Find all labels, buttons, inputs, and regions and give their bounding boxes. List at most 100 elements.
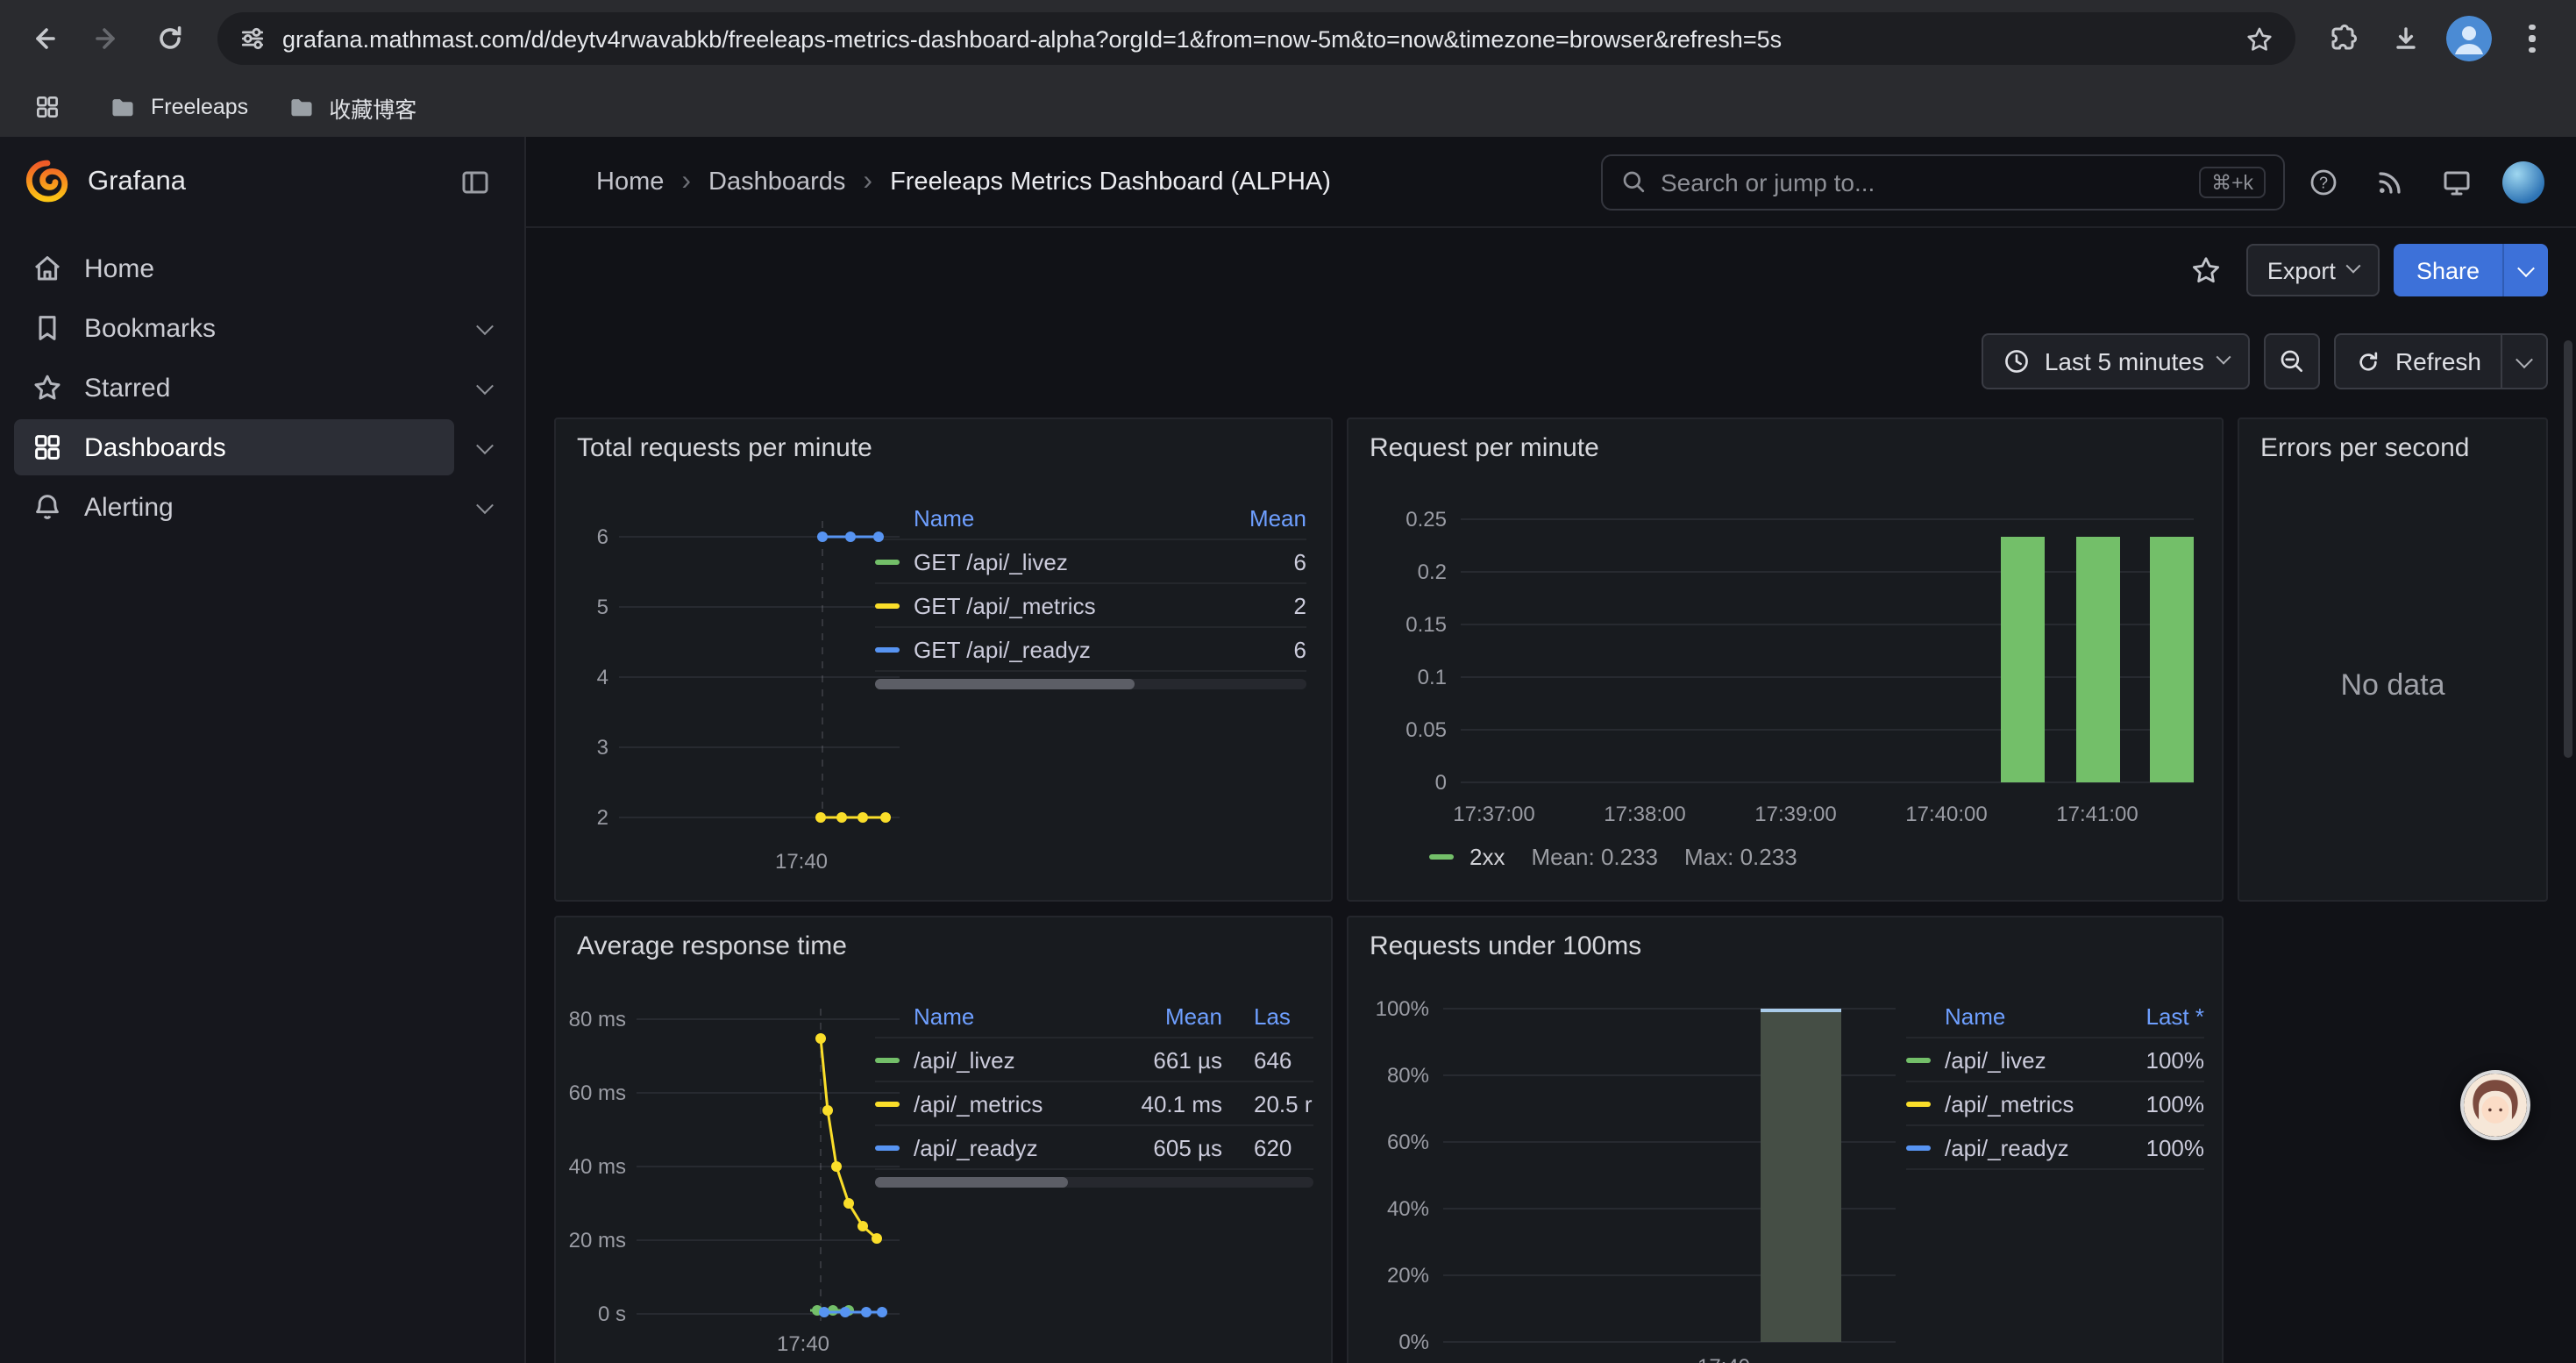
- sidebar-item-dashboards[interactable]: Dashboards: [14, 419, 454, 475]
- back-icon[interactable]: [14, 9, 74, 68]
- series-color-green: [1429, 854, 1454, 860]
- svg-text:0: 0: [1435, 771, 1447, 795]
- share-button[interactable]: Share: [2394, 244, 2502, 296]
- breadcrumb: Home › Dashboards › Freeleaps Metrics Da…: [596, 168, 1590, 196]
- tune-icon[interactable]: [238, 25, 267, 53]
- series-color-yellow: [875, 603, 900, 608]
- series-last: 100%: [2120, 1046, 2204, 1073]
- dock-menu-icon[interactable]: [451, 158, 500, 207]
- breadcrumb-separator: ›: [681, 168, 691, 196]
- legend-col-last[interactable]: Last *: [2120, 1003, 2204, 1029]
- legend-col-mean[interactable]: Mean: [1124, 1003, 1222, 1029]
- breadcrumb-home[interactable]: Home: [596, 168, 664, 196]
- page-scrollbar[interactable]: [2564, 340, 2572, 758]
- legend-row[interactable]: /api/_readyz 100%: [1906, 1126, 2204, 1170]
- address-bar[interactable]: [217, 12, 2295, 65]
- sidebar-item-home[interactable]: Home: [14, 240, 454, 296]
- zoom-out-button[interactable]: [2264, 333, 2320, 389]
- svg-text:20 ms: 20 ms: [569, 1229, 626, 1252]
- favorite-star-icon[interactable]: [2180, 244, 2232, 296]
- legend-row[interactable]: GET /api/_metrics 2: [875, 584, 1306, 628]
- svg-text:0.1: 0.1: [1418, 666, 1447, 689]
- panel-total-requests[interactable]: Total requests per minute 6 5 4 3 2 17:4…: [554, 417, 1333, 902]
- svg-text:0.05: 0.05: [1405, 718, 1447, 742]
- legend-col-name[interactable]: Name: [914, 504, 1222, 531]
- panel-title: Total requests per minute: [577, 433, 872, 463]
- panel-request-per-minute[interactable]: Request per minute 0.25 0.2 0.15 0.1 0.0…: [1347, 417, 2224, 902]
- download-icon[interactable]: [2376, 9, 2436, 68]
- series-name: /api/_readyz: [1945, 1134, 2106, 1160]
- legend-scrollbar[interactable]: [875, 1177, 1313, 1188]
- extensions-icon[interactable]: [2313, 9, 2373, 68]
- legend-row[interactable]: GET /api/_livez 6: [875, 540, 1306, 584]
- sidebar-nav: Home Bookmarks Starred: [0, 228, 524, 537]
- legend-col-last[interactable]: Las: [1236, 1003, 1313, 1029]
- series-name: GET /api/_metrics: [914, 592, 1222, 618]
- refresh-interval-button[interactable]: [2501, 335, 2546, 388]
- export-label: Export: [2267, 257, 2336, 283]
- url-input[interactable]: [282, 25, 2229, 52]
- monitor-icon[interactable]: [2429, 153, 2485, 210]
- legend-col-name[interactable]: Name: [1945, 1003, 2106, 1029]
- series-100pct-bar: [1761, 1010, 1841, 1342]
- sidebar-item-alerting[interactable]: Alerting: [14, 479, 454, 535]
- search-box[interactable]: ⌘+k: [1601, 153, 2285, 210]
- legend-row[interactable]: GET /api/_readyz 6: [875, 628, 1306, 672]
- bookmark-item-blog[interactable]: 收藏博客: [287, 90, 416, 124]
- bookmark-item-freeleaps[interactable]: Freeleaps: [109, 93, 248, 121]
- chevron-down-icon[interactable]: [454, 382, 514, 394]
- sidebar-item-starred[interactable]: Starred: [14, 360, 454, 416]
- series-last: 620: [1236, 1134, 1313, 1160]
- panel-average-response-time[interactable]: Average response time 80 ms 60 ms 40 ms …: [554, 916, 1333, 1363]
- svg-text:17:40: 17:40: [1697, 1355, 1750, 1363]
- chevron-down-icon[interactable]: [454, 501, 514, 513]
- sidebar-item-label: Alerting: [84, 492, 174, 522]
- search-input[interactable]: [1661, 168, 2185, 196]
- news-rss-icon[interactable]: [2362, 153, 2418, 210]
- series-mean: 661 µs: [1124, 1046, 1222, 1073]
- svg-text:100%: 100%: [1376, 997, 1429, 1021]
- export-button[interactable]: Export: [2246, 244, 2380, 296]
- reload-icon[interactable]: [140, 9, 200, 68]
- series-max: Max: 0.233: [1684, 844, 1797, 870]
- forward-icon[interactable]: [77, 9, 137, 68]
- folder-icon: [287, 93, 315, 121]
- browser-menu-icon[interactable]: [2502, 9, 2562, 68]
- user-avatar[interactable]: [2495, 153, 2551, 210]
- home-icon: [32, 253, 63, 284]
- floating-avatar[interactable]: [2460, 1070, 2530, 1140]
- breadcrumb-dashboards[interactable]: Dashboards: [708, 168, 845, 196]
- series-metrics: [815, 812, 891, 823]
- panel-requests-under-100ms[interactable]: Requests under 100ms 100% 80% 60% 40% 20…: [1347, 916, 2224, 1363]
- chevron-down-icon[interactable]: [454, 441, 514, 453]
- legend-row[interactable]: /api/_metrics 40.1 ms 20.5 r: [875, 1082, 1313, 1126]
- bookmark-star-icon[interactable]: [2245, 24, 2274, 54]
- svg-text:17:39:00: 17:39:00: [1754, 803, 1836, 826]
- legend-inline[interactable]: 2xx Mean: 0.233 Max: 0.233: [1429, 844, 1797, 870]
- sidebar-item-label: Home: [84, 253, 154, 283]
- legend-col-mean[interactable]: Mean: [1236, 504, 1306, 531]
- svg-text:17:40: 17:40: [777, 1332, 829, 1356]
- time-range-picker[interactable]: Last 5 minutes: [1982, 333, 2250, 389]
- time-range-label: Last 5 minutes: [2045, 347, 2204, 375]
- legend-row[interactable]: /api/_readyz 605 µs 620: [875, 1126, 1313, 1170]
- sidebar-header: Grafana: [0, 137, 524, 228]
- dashboard-toolbar: Export Share: [526, 239, 2576, 302]
- sidebar-item-bookmarks[interactable]: Bookmarks: [14, 300, 454, 356]
- refresh-button[interactable]: Refresh: [2336, 335, 2501, 388]
- legend-col-name[interactable]: Name: [914, 1003, 1110, 1029]
- share-menu-button[interactable]: [2502, 244, 2548, 296]
- legend-row[interactable]: /api/_metrics 100%: [1906, 1082, 2204, 1126]
- grafana-logo[interactable]: [25, 160, 70, 205]
- help-icon[interactable]: ?: [2295, 153, 2352, 210]
- svg-text:5: 5: [597, 596, 608, 619]
- apps-grid-icon[interactable]: [25, 84, 70, 130]
- legend-scrollbar[interactable]: [875, 679, 1306, 689]
- panel-errors-per-second[interactable]: Errors per second No data: [2238, 417, 2548, 902]
- series-name: 2xx: [1469, 844, 1505, 870]
- legend-row[interactable]: /api/_livez 661 µs 646: [875, 1038, 1313, 1082]
- chevron-down-icon[interactable]: [454, 322, 514, 334]
- profile-avatar[interactable]: [2439, 9, 2499, 68]
- series-color-blue: [875, 1145, 900, 1150]
- legend-row[interactable]: /api/_livez 100%: [1906, 1038, 2204, 1082]
